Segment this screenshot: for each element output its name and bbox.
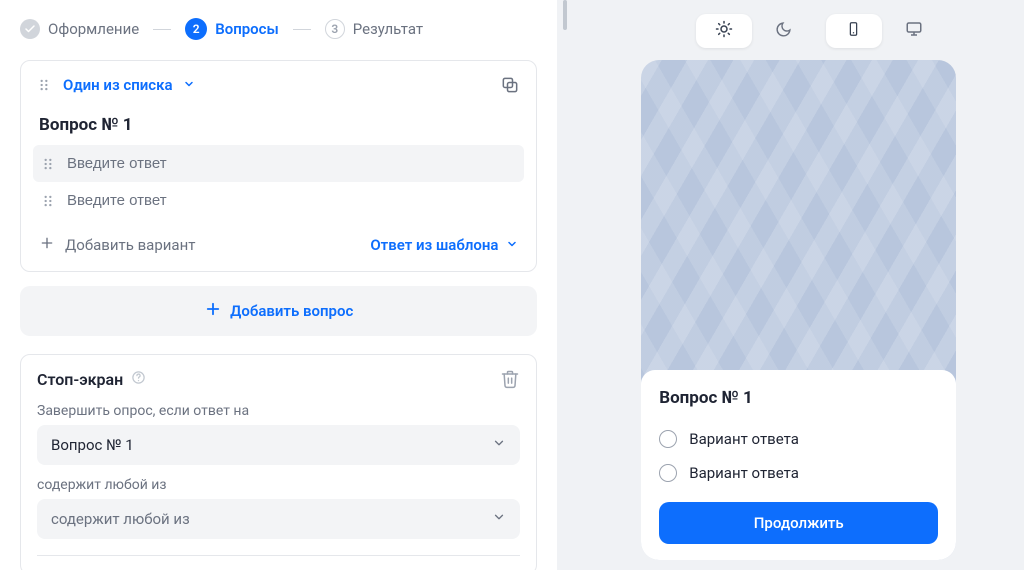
check-icon — [20, 19, 40, 39]
stop-if-label: Завершить опрос, если ответ на — [37, 403, 520, 419]
add-variant-button[interactable]: Добавить вариант — [39, 235, 195, 255]
step-questions[interactable]: 2 Вопросы — [185, 18, 279, 40]
preview-continue-button[interactable]: Продолжить — [659, 502, 938, 544]
stepper: Оформление 2 Вопросы 3 Результат — [20, 8, 537, 60]
preview-toolbar — [696, 14, 942, 48]
delete-stop-screen-button[interactable] — [500, 369, 520, 389]
chevron-down-icon — [506, 236, 518, 254]
plus-icon — [39, 235, 55, 255]
stop-match-select[interactable]: содержит любой из — [37, 499, 520, 539]
drag-handle-icon[interactable] — [41, 157, 57, 171]
theme-segment — [696, 14, 812, 48]
moon-icon — [775, 21, 792, 42]
continue-label: Продолжить — [754, 514, 844, 532]
step-separator — [153, 29, 171, 30]
preview-option[interactable]: Вариант ответа — [659, 422, 938, 456]
question-card: Один из списка Вопрос № 1 — [20, 60, 537, 272]
stop-match-placeholder: содержит любой из — [51, 510, 190, 528]
preview-option[interactable]: Вариант ответа — [659, 456, 938, 490]
step-number-icon: 3 — [325, 19, 345, 39]
desktop-icon — [905, 20, 923, 42]
preview-cover — [641, 60, 956, 370]
preview-option-label: Вариант ответа — [689, 430, 799, 448]
preview-option-label: Вариант ответа — [689, 464, 799, 482]
drag-handle-icon[interactable] — [37, 78, 53, 92]
add-question-label: Добавить вопрос — [230, 302, 353, 320]
step-separator — [293, 29, 311, 30]
sun-icon — [715, 20, 733, 42]
stop-contains-label: содержит любой из — [37, 477, 520, 493]
stop-question-value: Вопрос № 1 — [51, 436, 134, 454]
theme-light-toggle[interactable] — [696, 14, 752, 48]
step-design[interactable]: Оформление — [20, 19, 139, 39]
divider — [37, 555, 520, 556]
scrollbar-thumb[interactable] — [563, 0, 567, 30]
stop-question-select[interactable]: Вопрос № 1 — [37, 425, 520, 465]
device-mobile-toggle[interactable] — [826, 14, 882, 48]
editor-pane: Оформление 2 Вопросы 3 Результат Один из… — [0, 0, 557, 570]
answer-list — [21, 145, 536, 225]
chevron-down-icon — [492, 436, 506, 454]
question-type-label: Один из списка — [63, 76, 173, 94]
step-label: Оформление — [48, 20, 139, 38]
stop-screen-header: Стоп-экран — [37, 369, 520, 389]
preview-question-card: Вопрос № 1 Вариант ответа Вариант ответа… — [641, 370, 956, 560]
help-icon[interactable] — [131, 370, 146, 389]
question-card-actions: Добавить вариант Ответ из шаблона — [21, 225, 536, 271]
stop-screen-title: Стоп-экран — [37, 370, 123, 389]
answer-row — [33, 145, 524, 182]
device-segment — [826, 14, 942, 48]
radio-icon — [659, 464, 677, 482]
duplicate-button[interactable] — [500, 75, 520, 95]
step-result[interactable]: 3 Результат — [325, 19, 423, 39]
preview-pane: Вопрос № 1 Вариант ответа Вариант ответа… — [573, 0, 1024, 570]
template-answer-button[interactable]: Ответ из шаблона — [370, 236, 518, 254]
answer-input[interactable] — [67, 192, 516, 209]
add-variant-label: Добавить вариант — [65, 236, 195, 254]
answer-input[interactable] — [67, 155, 516, 172]
preview-question-title: Вопрос № 1 — [659, 388, 938, 408]
question-type-selector[interactable]: Один из списка — [37, 76, 195, 94]
question-card-header: Один из списка — [21, 61, 536, 109]
add-question-button[interactable]: Добавить вопрос — [20, 286, 537, 336]
question-title[interactable]: Вопрос № 1 — [21, 109, 536, 145]
template-answer-label: Ответ из шаблона — [370, 236, 498, 254]
theme-dark-toggle[interactable] — [756, 14, 812, 48]
radio-icon — [659, 430, 677, 448]
step-label: Вопросы — [215, 20, 279, 38]
chevron-down-icon — [183, 76, 195, 94]
preview-device-frame: Вопрос № 1 Вариант ответа Вариант ответа… — [641, 60, 956, 560]
chevron-down-icon — [492, 510, 506, 528]
stop-screen-card: Стоп-экран Завершить опрос, если ответ н… — [20, 354, 537, 570]
step-label: Результат — [353, 20, 423, 38]
mobile-icon — [846, 20, 861, 42]
answer-row — [33, 182, 524, 219]
drag-handle-icon[interactable] — [41, 194, 57, 208]
plus-icon — [204, 300, 222, 322]
device-desktop-toggle[interactable] — [886, 14, 942, 48]
scrollbar-gutter — [557, 0, 573, 570]
step-number-icon: 2 — [185, 18, 207, 40]
